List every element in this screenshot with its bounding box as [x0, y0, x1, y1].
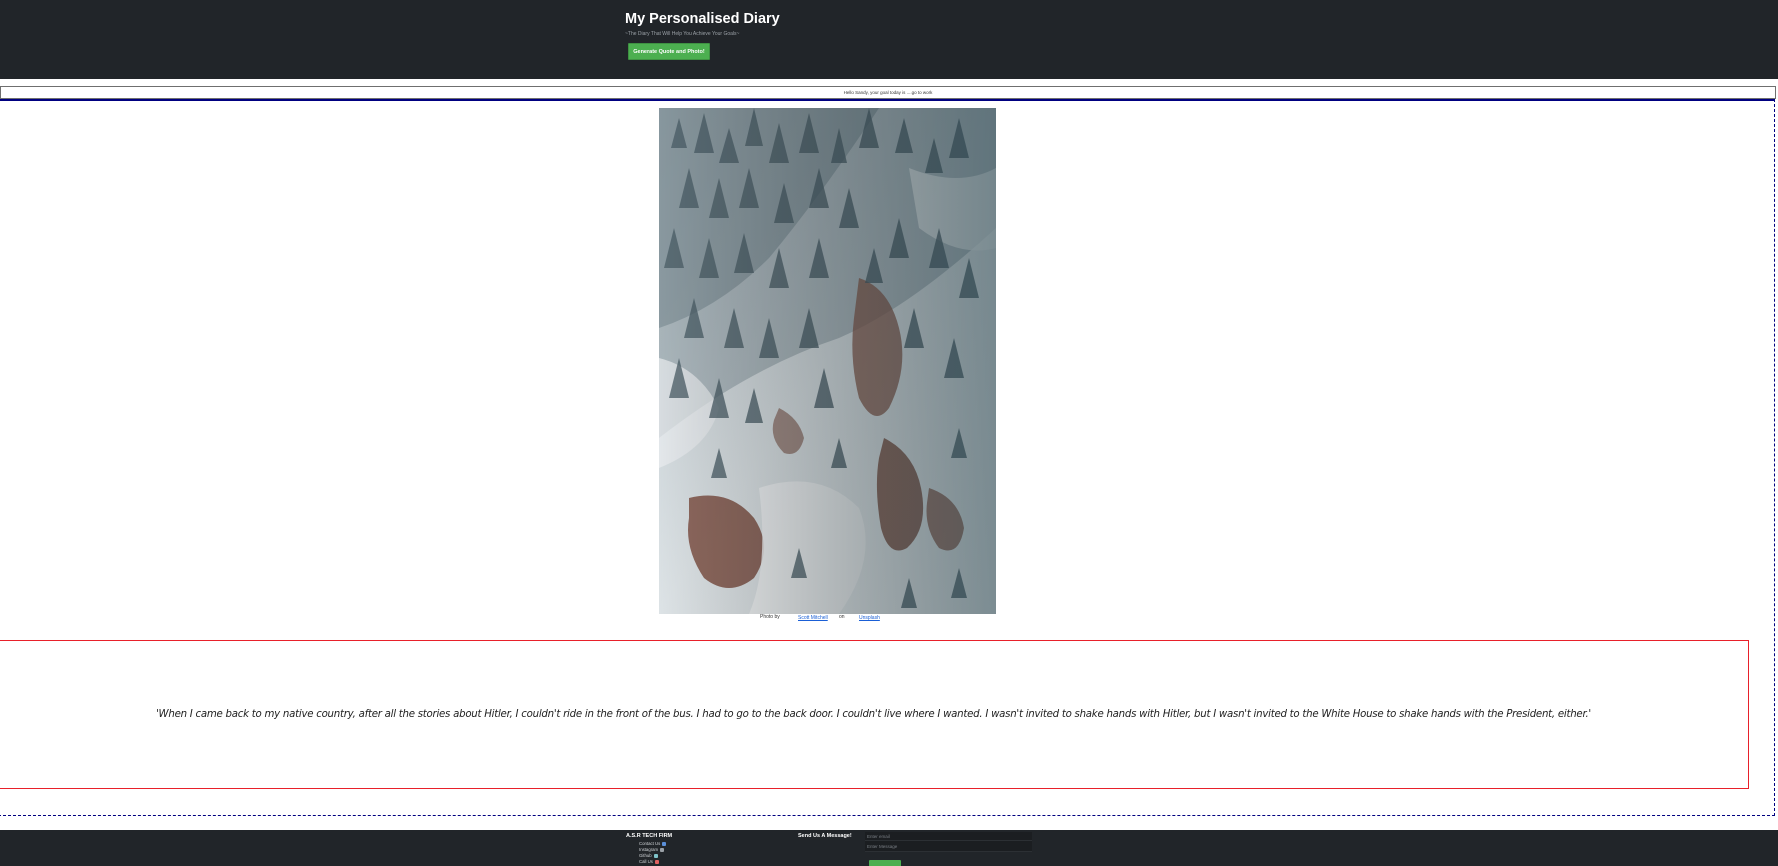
goal-banner: Hello Sandy, your goal today is ....go t… — [0, 86, 1776, 99]
footer-brand: A.S.R TECH FIRM — [626, 833, 673, 839]
instagram-icon — [660, 848, 665, 852]
generated-photo — [659, 108, 996, 614]
contact-icon — [662, 842, 667, 846]
phone-icon — [654, 860, 659, 864]
send-message-button[interactable] — [869, 860, 901, 866]
site-footer: A.S.R TECH FIRM Contact Us Instagram Git… — [0, 830, 1778, 866]
credit-separator: on — [839, 614, 845, 620]
site-subtitle: ~The Diary That Will Help You Achieve Yo… — [625, 31, 740, 37]
email-input[interactable] — [865, 832, 1032, 841]
unsplash-link[interactable]: Unsplash — [859, 615, 880, 621]
goal-text: Hello Sandy, your goal today is ....go t… — [843, 90, 933, 95]
photographer-link[interactable]: Scott Mitchell — [798, 615, 828, 621]
message-input[interactable] — [865, 841, 1032, 852]
site-header: My Personalised Diary ~The Diary That Wi… — [0, 0, 1778, 79]
header-content: My Personalised Diary ~The Diary That Wi… — [625, 10, 780, 60]
quote-text: 'When I came back to my native country, … — [156, 709, 1591, 720]
github-icon — [653, 854, 658, 858]
contact-form-title: Send Us A Message! — [798, 833, 852, 839]
credit-prefix: Photo by — [760, 614, 780, 620]
footer-link-call[interactable]: Call Us — [639, 859, 666, 865]
snowy-forest-image — [659, 108, 996, 614]
generate-quote-photo-button[interactable]: Generate Quote and Photo! — [628, 43, 710, 60]
site-title: My Personalised Diary — [625, 11, 780, 27]
footer-links: Contact Us Instagram Github Call Us — [639, 841, 667, 865]
quote-box: 'When I came back to my native country, … — [0, 640, 1749, 789]
